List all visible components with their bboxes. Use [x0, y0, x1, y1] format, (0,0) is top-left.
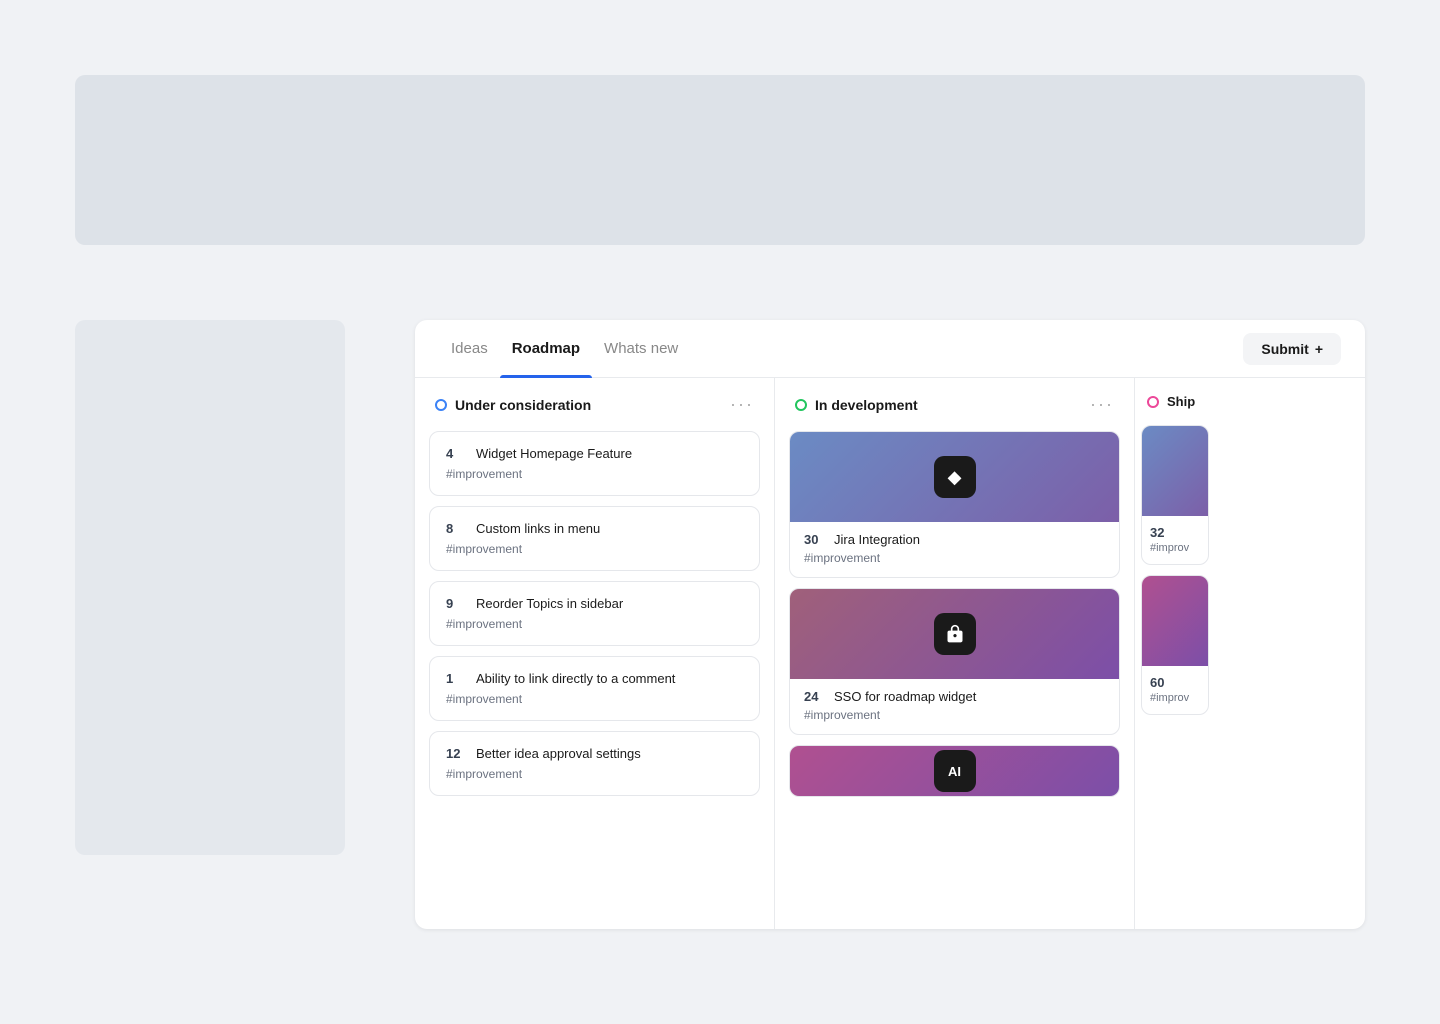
list-item[interactable]: 12 Better idea approval settings #improv…: [429, 731, 760, 796]
card-title: Custom links in menu: [476, 521, 600, 536]
column-title-in-development: In development: [815, 397, 1082, 413]
card-tag: #improvement: [446, 617, 743, 631]
column-header-shipped: Ship: [1135, 378, 1215, 425]
card-tag: #improvement: [446, 467, 743, 481]
column-in-development: In development ··· ◆ 30 Jira Integration: [775, 378, 1135, 929]
main-panel: Ideas Roadmap Whats new Submit + Under c…: [415, 320, 1365, 929]
hero-banner: [75, 75, 1365, 245]
card-title: Ability to link directly to a comment: [476, 671, 675, 686]
column-body-under-consideration: 4 Widget Homepage Feature #improvement 8…: [415, 431, 774, 929]
tab-roadmap[interactable]: Roadmap: [500, 320, 592, 378]
column-shipped-partial: Ship 32 #improv 60: [1135, 378, 1215, 929]
plus-icon: +: [1315, 341, 1323, 357]
card-title: Better idea approval settings: [476, 746, 641, 761]
list-item[interactable]: 24 SSO for roadmap widget #improvement: [789, 588, 1120, 735]
tab-ideas[interactable]: Ideas: [439, 320, 500, 378]
list-item[interactable]: AI: [789, 745, 1120, 797]
list-item[interactable]: 8 Custom links in menu #improvement: [429, 506, 760, 571]
vote-count: 1: [446, 671, 466, 686]
jira-icon: ◆: [934, 456, 976, 498]
list-item[interactable]: 32 #improv: [1141, 425, 1209, 565]
card-tag: #improv: [1150, 692, 1200, 704]
status-dot-pink: [1147, 396, 1159, 408]
sidebar-placeholder: [75, 320, 345, 855]
card-title: SSO for roadmap widget: [834, 689, 976, 704]
card-tag: #improv: [1150, 542, 1200, 554]
vote-count: 9: [446, 596, 466, 611]
column-header-under-consideration: Under consideration ···: [415, 378, 774, 431]
card-title: Reorder Topics in sidebar: [476, 596, 623, 611]
column-body-shipped: 32 #improv 60 #improv: [1135, 425, 1215, 715]
columns-container: Under consideration ··· 4 Widget Homepag…: [415, 378, 1365, 929]
vote-count: 4: [446, 446, 466, 461]
vote-count: 12: [446, 746, 466, 761]
tab-whats-new[interactable]: Whats new: [592, 320, 690, 378]
list-item[interactable]: ◆ 30 Jira Integration #improvement: [789, 431, 1120, 578]
card-tag: #improvement: [446, 767, 743, 781]
vote-count: 30: [804, 532, 824, 547]
column-title-shipped: Ship: [1167, 394, 1195, 409]
column-title-under-consideration: Under consideration: [455, 397, 722, 413]
vote-count: 32: [1150, 525, 1164, 540]
tab-bar: Ideas Roadmap Whats new Submit +: [415, 320, 1365, 378]
ai-icon: AI: [934, 750, 976, 792]
column-body-in-development: ◆ 30 Jira Integration #improvement: [775, 431, 1134, 929]
card-tag: #improvement: [446, 542, 743, 556]
list-item[interactable]: 9 Reorder Topics in sidebar #improvement: [429, 581, 760, 646]
lock-icon: [934, 613, 976, 655]
vote-count: 8: [446, 521, 466, 536]
column-header-in-development: In development ···: [775, 378, 1134, 431]
status-dot-green: [795, 399, 807, 411]
list-item[interactable]: 60 #improv: [1141, 575, 1209, 715]
column-menu-button[interactable]: ···: [1090, 394, 1114, 415]
column-under-consideration: Under consideration ··· 4 Widget Homepag…: [415, 378, 775, 929]
submit-button[interactable]: Submit +: [1243, 333, 1341, 365]
vote-count: 24: [804, 689, 824, 704]
card-tag: #improvement: [804, 708, 1105, 722]
card-tag: #improvement: [446, 692, 743, 706]
card-tag: #improvement: [804, 551, 1105, 565]
column-menu-button[interactable]: ···: [730, 394, 754, 415]
card-title: Widget Homepage Feature: [476, 446, 632, 461]
list-item[interactable]: 4 Widget Homepage Feature #improvement: [429, 431, 760, 496]
list-item[interactable]: 1 Ability to link directly to a comment …: [429, 656, 760, 721]
status-dot-blue: [435, 399, 447, 411]
vote-count: 60: [1150, 675, 1164, 690]
card-title: Jira Integration: [834, 532, 920, 547]
